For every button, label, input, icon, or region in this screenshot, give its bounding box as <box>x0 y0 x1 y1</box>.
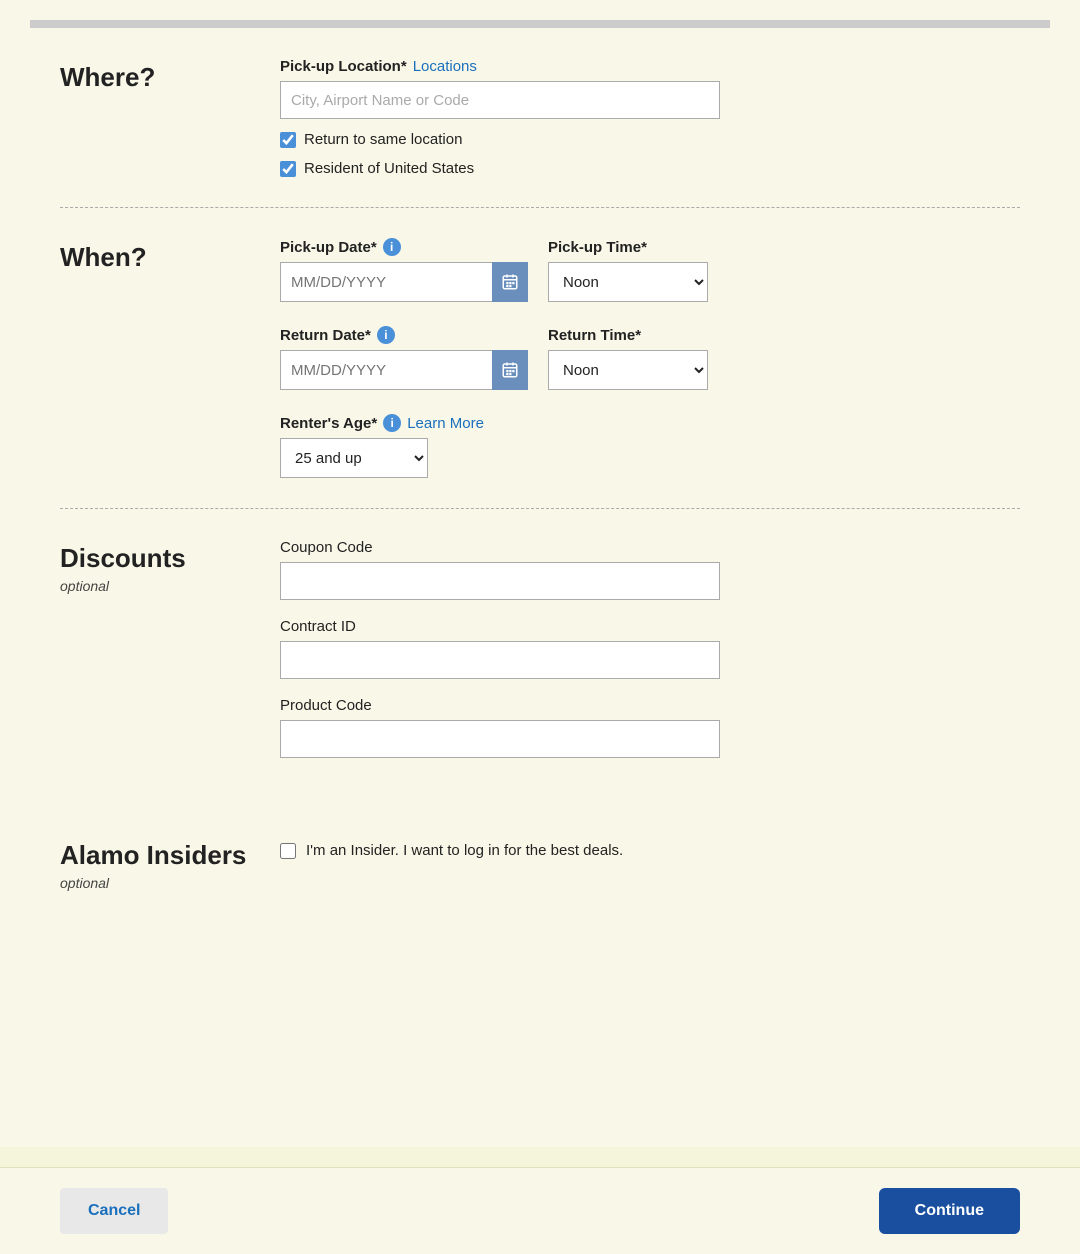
contract-id-input[interactable] <box>280 641 720 679</box>
return-date-time-row: Return Date* i <box>280 326 1020 390</box>
discounts-heading: Discounts <box>60 543 280 574</box>
where-heading: Where? <box>60 62 280 93</box>
coupon-code-label: Coupon Code <box>280 539 1020 556</box>
return-time-group: Return Time* Noon Midnight 12:30 AM 1:00… <box>548 327 708 390</box>
cancel-button[interactable]: Cancel <box>60 1188 168 1234</box>
insider-label: I'm an Insider. I want to log in for the… <box>306 842 623 859</box>
return-time-label: Return Time* <box>548 327 708 344</box>
discounts-section-label: Discounts optional <box>60 539 280 594</box>
resident-checkbox[interactable] <box>280 161 296 177</box>
insider-checkbox[interactable] <box>280 843 296 859</box>
pickup-time-label: Pick-up Time* <box>548 239 708 256</box>
return-date-group: Return Date* i <box>280 326 528 390</box>
return-same-label: Return to same location <box>304 131 462 148</box>
resident-row: Resident of United States <box>280 160 1020 177</box>
return-time-select[interactable]: Noon Midnight 12:30 AM 1:00 AM <box>548 350 708 390</box>
insiders-section-label: Alamo Insiders optional <box>60 836 280 891</box>
contract-id-field: Contract ID <box>280 618 1020 679</box>
footer-bar: Cancel Continue <box>0 1167 1080 1254</box>
renters-age-info-icon[interactable]: i <box>383 414 401 432</box>
return-date-info-icon[interactable]: i <box>377 326 395 344</box>
pickup-location-input[interactable] <box>280 81 720 119</box>
insider-row: I'm an Insider. I want to log in for the… <box>280 842 1020 859</box>
return-same-row: Return to same location <box>280 131 1020 148</box>
when-section-content: Pick-up Date* i <box>280 238 1020 478</box>
contract-id-label: Contract ID <box>280 618 1020 635</box>
product-code-label: Product Code <box>280 697 1020 714</box>
product-code-input[interactable] <box>280 720 720 758</box>
locations-link[interactable]: Locations <box>413 58 477 75</box>
return-same-checkbox[interactable] <box>280 132 296 148</box>
insiders-section-content: I'm an Insider. I want to log in for the… <box>280 836 1020 859</box>
renters-age-label-row: Renter's Age* i Learn More <box>280 414 1020 432</box>
pickup-time-select[interactable]: Noon Midnight 12:30 AM 1:00 AM <box>548 262 708 302</box>
discounts-optional: optional <box>60 578 280 594</box>
return-date-input[interactable] <box>280 350 528 390</box>
pickup-date-label: Pick-up Date* i <box>280 238 528 256</box>
discounts-section: Discounts optional Coupon Code Contract … <box>0 509 1080 806</box>
pickup-date-group: Pick-up Date* i <box>280 238 528 302</box>
when-section-label: When? <box>60 238 280 273</box>
return-calendar-icon[interactable] <box>492 350 528 390</box>
discounts-section-content: Coupon Code Contract ID Product Code <box>280 539 1020 776</box>
insiders-section: Alamo Insiders optional I'm an Insider. … <box>0 806 1080 921</box>
when-section: When? Pick-up Date* i <box>0 208 1080 508</box>
renters-age-row: Renter's Age* i Learn More 25 and up 18-… <box>280 414 1020 478</box>
when-heading: When? <box>60 242 280 273</box>
top-bar <box>30 20 1050 28</box>
resident-label: Resident of United States <box>304 160 474 177</box>
learn-more-link[interactable]: Learn More <box>407 415 484 432</box>
where-section: Where? Pick-up Location* Locations Retur… <box>0 28 1080 207</box>
pickup-date-input-wrapper <box>280 262 528 302</box>
coupon-code-input[interactable] <box>280 562 720 600</box>
where-section-label: Where? <box>60 58 280 93</box>
pickup-time-group: Pick-up Time* Noon Midnight 12:30 AM 1:0… <box>548 239 708 302</box>
insiders-heading: Alamo Insiders <box>60 840 280 871</box>
return-date-input-wrapper <box>280 350 528 390</box>
pickup-date-time-row: Pick-up Date* i <box>280 238 1020 302</box>
pickup-calendar-icon[interactable] <box>492 262 528 302</box>
where-section-content: Pick-up Location* Locations Return to sa… <box>280 58 1020 177</box>
pickup-date-info-icon[interactable]: i <box>383 238 401 256</box>
page-wrapper: Where? Pick-up Location* Locations Retur… <box>0 0 1080 1147</box>
continue-button[interactable]: Continue <box>879 1188 1020 1234</box>
pickup-location-label: Pick-up Location* Locations <box>280 58 1020 75</box>
pickup-date-input[interactable] <box>280 262 528 302</box>
return-date-label: Return Date* i <box>280 326 528 344</box>
age-select[interactable]: 25 and up 18-24 Under 18 <box>280 438 428 478</box>
coupon-code-field: Coupon Code <box>280 539 1020 600</box>
renters-age-label: Renter's Age* <box>280 415 377 432</box>
insiders-optional: optional <box>60 875 280 891</box>
product-code-field: Product Code <box>280 697 1020 758</box>
